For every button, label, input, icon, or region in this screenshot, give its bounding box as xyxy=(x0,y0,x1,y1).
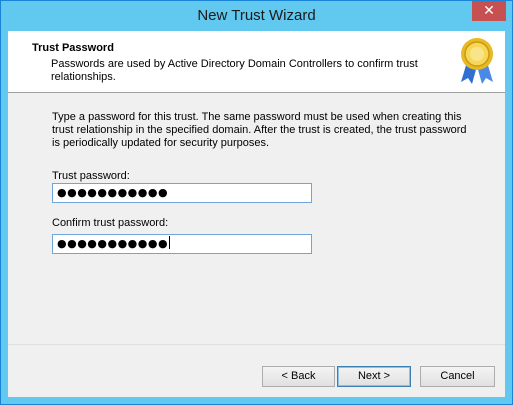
confirm-password-value: ●●●●●●●●●●● xyxy=(57,237,169,250)
trust-password-label: Trust password: xyxy=(52,170,130,182)
close-button[interactable]: ✕ xyxy=(472,1,506,21)
confirm-password-field[interactable]: ●●●●●●●●●●● xyxy=(52,234,312,254)
page-title: Trust Password xyxy=(32,42,114,54)
certificate-seal-icon xyxy=(461,38,493,84)
wizard-header: Trust Password Passwords are used by Act… xyxy=(8,31,505,93)
intro-text: Type a password for this trust. The same… xyxy=(52,111,467,149)
wizard-body: Trust Password Passwords are used by Act… xyxy=(8,31,505,397)
confirm-password-label: Confirm trust password: xyxy=(52,217,169,229)
wizard-window: New Trust Wizard ✕ Trust Password Passwo… xyxy=(0,0,513,405)
close-icon: ✕ xyxy=(483,3,495,19)
footer-divider xyxy=(8,344,505,345)
next-button[interactable]: Next > xyxy=(337,366,411,387)
window-title: New Trust Wizard xyxy=(197,7,316,24)
page-subtitle: Passwords are used by Active Directory D… xyxy=(51,58,418,83)
trust-password-field[interactable]: ●●●●●●●●●●● xyxy=(52,183,312,203)
title-bar[interactable]: New Trust Wizard ✕ xyxy=(1,1,512,31)
back-button[interactable]: < Back xyxy=(262,366,335,387)
trust-password-value: ●●●●●●●●●●● xyxy=(57,186,169,199)
cancel-button[interactable]: Cancel xyxy=(420,366,495,387)
text-caret xyxy=(169,236,171,249)
